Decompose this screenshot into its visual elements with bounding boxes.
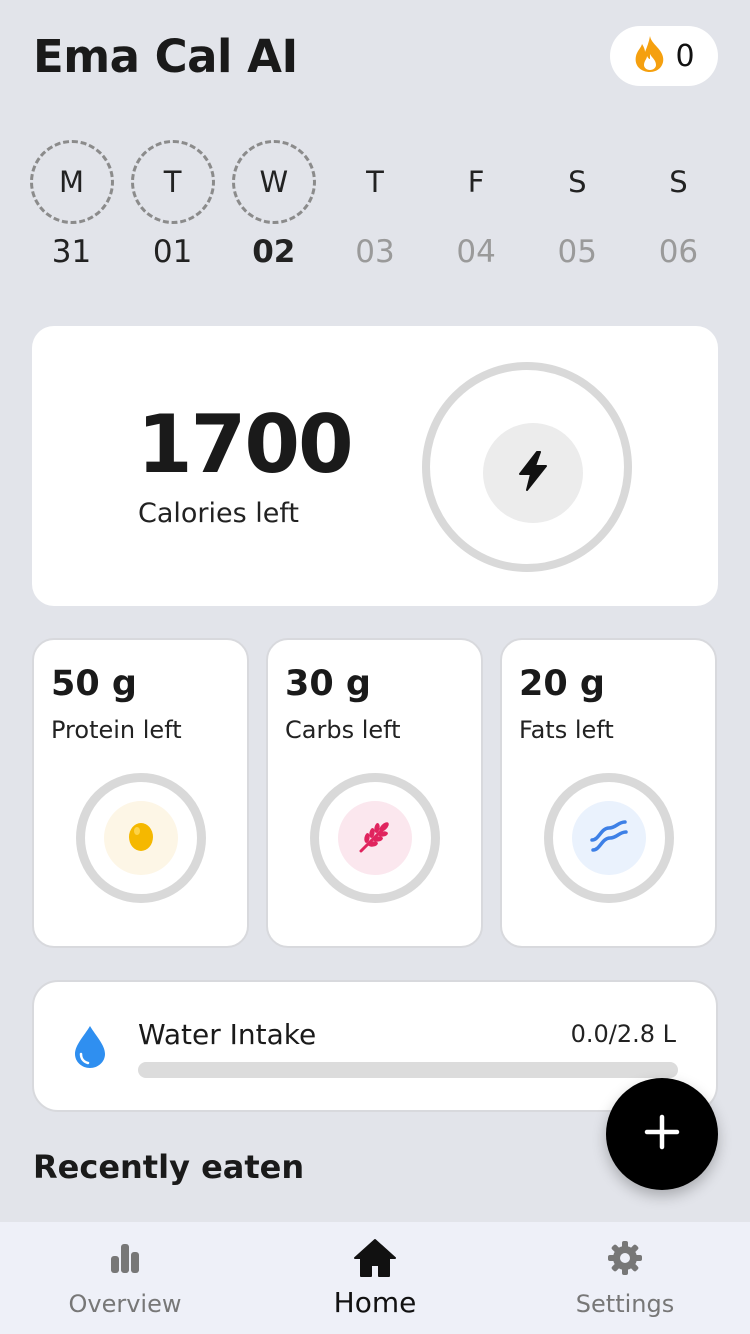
flame-icon bbox=[633, 35, 667, 77]
nav-home[interactable]: Home bbox=[250, 1222, 500, 1334]
home-icon bbox=[353, 1238, 397, 1278]
add-food-button[interactable] bbox=[606, 1078, 718, 1190]
day-date: 01 bbox=[152, 234, 193, 270]
day-letter: F bbox=[467, 165, 485, 199]
nav-overview[interactable]: Overview bbox=[0, 1222, 250, 1334]
day-wed[interactable]: W 02 bbox=[223, 140, 324, 280]
water-intake-title: Water Intake bbox=[138, 1018, 317, 1051]
fats-progress-ring bbox=[544, 773, 674, 903]
bacon-icon bbox=[589, 818, 629, 858]
water-intake-card[interactable]: Water Intake 0.0/2.8 L bbox=[32, 980, 718, 1112]
day-letter: S bbox=[669, 165, 688, 199]
day-ring: S bbox=[636, 140, 720, 224]
day-letter: M bbox=[58, 165, 85, 199]
protein-icon-badge bbox=[104, 801, 178, 875]
streak-badge[interactable]: 0 bbox=[610, 26, 718, 86]
app-title: Ema Cal AI bbox=[33, 30, 298, 83]
calorie-progress-ring bbox=[422, 362, 632, 572]
recently-eaten-heading: Recently eaten bbox=[33, 1148, 305, 1186]
calories-left-value: 1700 bbox=[137, 398, 354, 491]
protein-progress-ring bbox=[76, 773, 206, 903]
day-sat[interactable]: S 05 bbox=[527, 140, 628, 280]
nav-overview-label: Overview bbox=[68, 1290, 182, 1318]
calories-left-label: Calories left bbox=[138, 498, 300, 529]
week-selector: M 31 T 01 W 02 T 03 F 04 S 05 S 06 bbox=[21, 140, 729, 280]
calorie-icon-badge bbox=[483, 423, 583, 523]
day-thu[interactable]: T 03 bbox=[324, 140, 425, 280]
day-date: 03 bbox=[355, 234, 395, 270]
day-date: 04 bbox=[456, 234, 496, 270]
day-ring: T bbox=[333, 140, 417, 224]
bottom-nav: Overview Home Settings bbox=[0, 1222, 750, 1334]
fats-label: Fats left bbox=[519, 716, 614, 744]
day-date: 06 bbox=[658, 234, 699, 270]
water-intake-amount: 0.0/2.8 L bbox=[570, 1020, 676, 1048]
water-drop-icon bbox=[72, 1024, 108, 1074]
nav-settings-label: Settings bbox=[575, 1290, 675, 1318]
fats-icon-badge bbox=[572, 801, 646, 875]
macro-card-protein[interactable]: 50 g Protein left bbox=[32, 638, 249, 948]
carbs-icon-badge bbox=[338, 801, 412, 875]
calorie-card[interactable]: 1700 Calories left bbox=[32, 326, 718, 606]
day-date: 05 bbox=[557, 234, 597, 270]
day-sun[interactable]: S 06 bbox=[628, 140, 729, 280]
nav-settings[interactable]: Settings bbox=[500, 1222, 750, 1334]
header: Ema Cal AI 0 bbox=[0, 0, 750, 120]
carbs-value: 30 g bbox=[285, 664, 371, 704]
macro-card-carbs[interactable]: 30 g Carbs left bbox=[266, 638, 483, 948]
macros-row: 50 g Protein left 30 g Carbs left 20 g F… bbox=[32, 638, 718, 948]
day-letter: T bbox=[366, 165, 384, 199]
day-ring: F bbox=[434, 140, 518, 224]
day-ring: M bbox=[29, 140, 114, 224]
nav-home-label: Home bbox=[333, 1286, 417, 1319]
carbs-label: Carbs left bbox=[285, 716, 401, 744]
water-progress-bar bbox=[138, 1062, 678, 1078]
macro-card-fats[interactable]: 20 g Fats left bbox=[500, 638, 717, 948]
day-ring: S bbox=[535, 140, 619, 224]
day-ring: W bbox=[231, 140, 316, 224]
day-letter: T bbox=[163, 165, 182, 199]
wheat-icon bbox=[357, 818, 393, 858]
protein-value: 50 g bbox=[51, 664, 137, 704]
lightning-icon bbox=[516, 451, 550, 495]
streak-count: 0 bbox=[675, 38, 695, 74]
gear-icon bbox=[607, 1238, 643, 1278]
day-mon[interactable]: M 31 bbox=[21, 140, 122, 280]
plus-icon bbox=[644, 1114, 680, 1154]
protein-label: Protein left bbox=[51, 716, 182, 744]
bar-chart-icon bbox=[109, 1238, 141, 1278]
fats-value: 20 g bbox=[519, 664, 605, 704]
day-ring: T bbox=[130, 140, 215, 224]
egg-icon bbox=[127, 820, 155, 856]
day-date: 31 bbox=[51, 234, 92, 270]
day-date: 02 bbox=[252, 234, 296, 270]
day-letter: W bbox=[259, 165, 289, 199]
day-fri[interactable]: F 04 bbox=[426, 140, 527, 280]
carbs-progress-ring bbox=[310, 773, 440, 903]
day-letter: S bbox=[568, 165, 587, 199]
day-tue[interactable]: T 01 bbox=[122, 140, 223, 280]
